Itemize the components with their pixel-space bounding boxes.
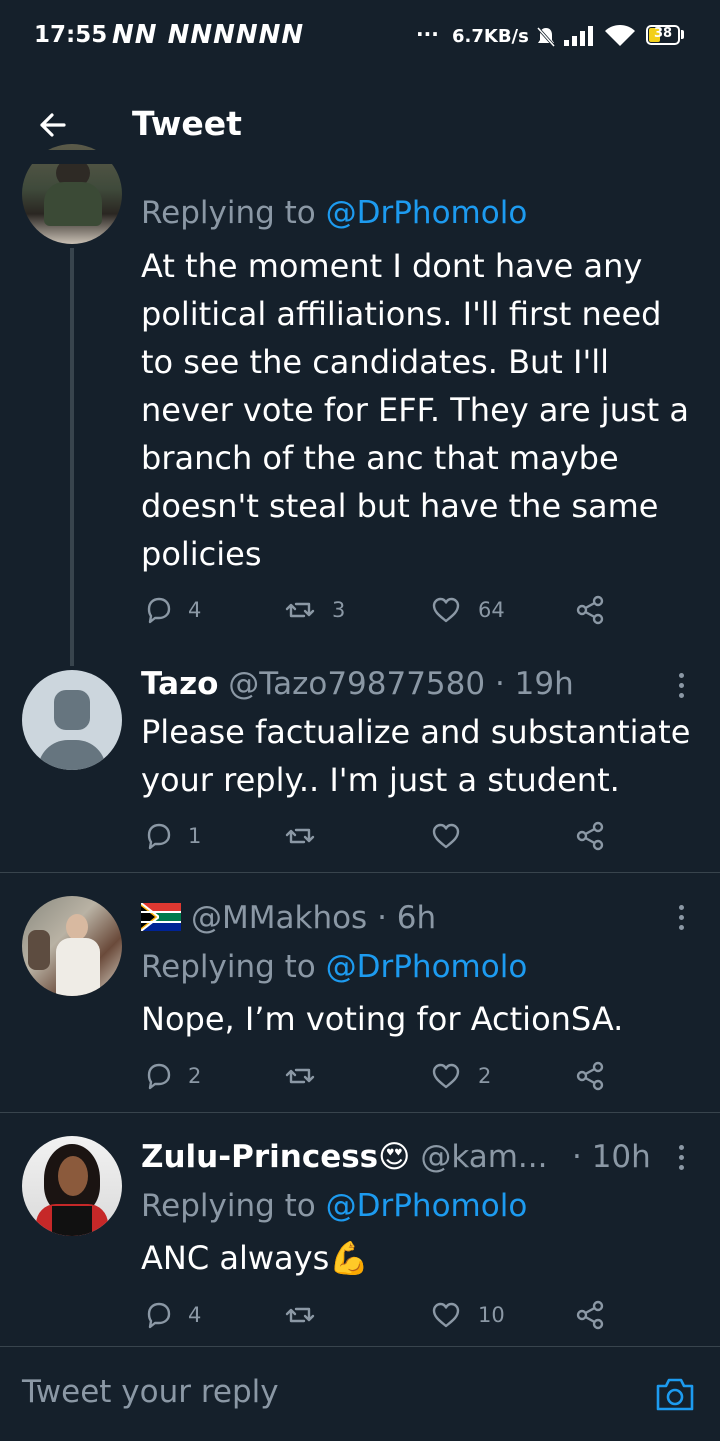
reply-count: 4 <box>188 598 202 622</box>
south-africa-flag-icon <box>141 903 181 931</box>
mention-link[interactable]: @DrPhomolo <box>326 195 528 231</box>
like-button[interactable] <box>430 1299 462 1335</box>
user-handle[interactable]: @kam... <box>420 1139 547 1175</box>
share-button[interactable] <box>574 1299 606 1335</box>
avatar[interactable] <box>22 1136 122 1236</box>
camera-icon[interactable] <box>654 1374 696 1414</box>
retweet-button[interactable] <box>284 1299 316 1335</box>
display-name[interactable]: Zulu-Princess <box>141 1139 378 1175</box>
like-button[interactable] <box>430 820 462 856</box>
more-notifications-icon: ··· <box>416 22 439 46</box>
mention-link[interactable]: @DrPhomolo <box>326 949 528 985</box>
tweet-header: Zulu-Princess😍 @kam... <box>141 1133 547 1181</box>
retweet-button[interactable] <box>284 820 316 856</box>
battery-tip <box>681 30 684 39</box>
share-icon <box>576 1300 604 1330</box>
retweet-button[interactable] <box>284 594 316 630</box>
battery-level: 38 <box>653 26 673 41</box>
reply-button[interactable] <box>143 1299 175 1335</box>
mute-icon <box>536 27 556 47</box>
tweet-text: Please factualize and substantiate your … <box>141 713 691 799</box>
share-button[interactable] <box>574 1060 606 1096</box>
tweet-time: · 19h <box>494 666 574 702</box>
reply-button[interactable] <box>143 594 175 630</box>
reply-icon <box>147 1302 171 1329</box>
retweet-icon <box>285 1307 315 1323</box>
reply-icon <box>147 597 171 624</box>
more-options-icon[interactable] <box>679 905 689 935</box>
notification-icons: NN NNNNNN <box>112 20 305 50</box>
retweet-icon <box>285 828 315 844</box>
tweet-text: At the moment I dont have any political … <box>141 247 689 573</box>
reply-button[interactable] <box>143 820 175 856</box>
retweet-button[interactable] <box>284 1060 316 1096</box>
status-bar: 17:55 NN NNNNNN ··· 6.7KB/s 38 <box>0 0 720 76</box>
heart-eyes-emoji: 😍 <box>378 1139 411 1175</box>
wifi-icon <box>605 25 635 46</box>
more-options-icon[interactable] <box>679 1145 689 1175</box>
battery-icon: 38 <box>646 25 680 45</box>
retweet-count: 3 <box>332 598 346 622</box>
thread-line <box>70 248 74 666</box>
tweet-text: Nope, I’m voting for ActionSA. <box>141 1000 624 1038</box>
divider <box>0 872 720 873</box>
display-name[interactable]: Tazo <box>141 666 218 702</box>
page-title: Tweet <box>132 104 242 143</box>
tweet-header: Tazo @Tazo79877580 · 19h <box>141 660 574 708</box>
like-count: 2 <box>478 1064 492 1088</box>
reply-input[interactable]: Tweet your reply <box>22 1374 279 1410</box>
reply-icon <box>147 823 171 850</box>
share-button[interactable] <box>574 594 606 630</box>
tweet-text: ANC always💪 <box>141 1239 370 1277</box>
share-button[interactable] <box>574 820 606 856</box>
tweet-time: · 6h <box>377 900 437 936</box>
like-button[interactable] <box>430 1060 462 1096</box>
heart-icon <box>432 823 460 849</box>
more-options-icon[interactable] <box>679 673 689 703</box>
replying-to: Replying to @DrPhomolo <box>141 1188 528 1224</box>
reply-icon <box>147 1063 171 1090</box>
user-handle[interactable]: @Tazo79877580 <box>228 666 485 702</box>
share-icon <box>576 595 604 625</box>
heart-icon <box>432 1302 460 1328</box>
network-speed: 6.7KB/s <box>452 26 529 47</box>
mention-link[interactable]: @DrPhomolo <box>326 1188 528 1224</box>
heart-icon <box>432 597 460 623</box>
status-time: 17:55 <box>34 22 108 48</box>
like-count: 10 <box>478 1303 505 1327</box>
default-avatar[interactable] <box>22 670 122 770</box>
reply-count: 2 <box>188 1064 202 1088</box>
reply-count: 1 <box>188 824 202 848</box>
share-icon <box>576 821 604 851</box>
flexed-biceps-emoji: 💪 <box>329 1239 370 1277</box>
scroll-mask <box>0 150 720 164</box>
reply-button[interactable] <box>143 1060 175 1096</box>
like-button[interactable] <box>430 594 462 630</box>
divider <box>0 1112 720 1113</box>
reply-count: 4 <box>188 1303 202 1327</box>
retweet-icon <box>285 602 315 618</box>
signal-icon <box>564 26 593 46</box>
like-count: 64 <box>478 598 505 622</box>
tweet-header: @MMakhos · 6h <box>191 894 436 942</box>
retweet-icon <box>285 1068 315 1084</box>
heart-icon <box>432 1063 460 1089</box>
replying-to: Replying to @DrPhomolo <box>141 949 528 985</box>
avatar[interactable] <box>22 896 122 996</box>
share-icon <box>576 1061 604 1091</box>
tweet-time: · 10h <box>572 1139 651 1175</box>
replying-to: Replying to @DrPhomolo <box>141 195 528 231</box>
user-handle[interactable]: @MMakhos <box>191 900 367 936</box>
back-arrow-icon[interactable] <box>34 105 74 145</box>
